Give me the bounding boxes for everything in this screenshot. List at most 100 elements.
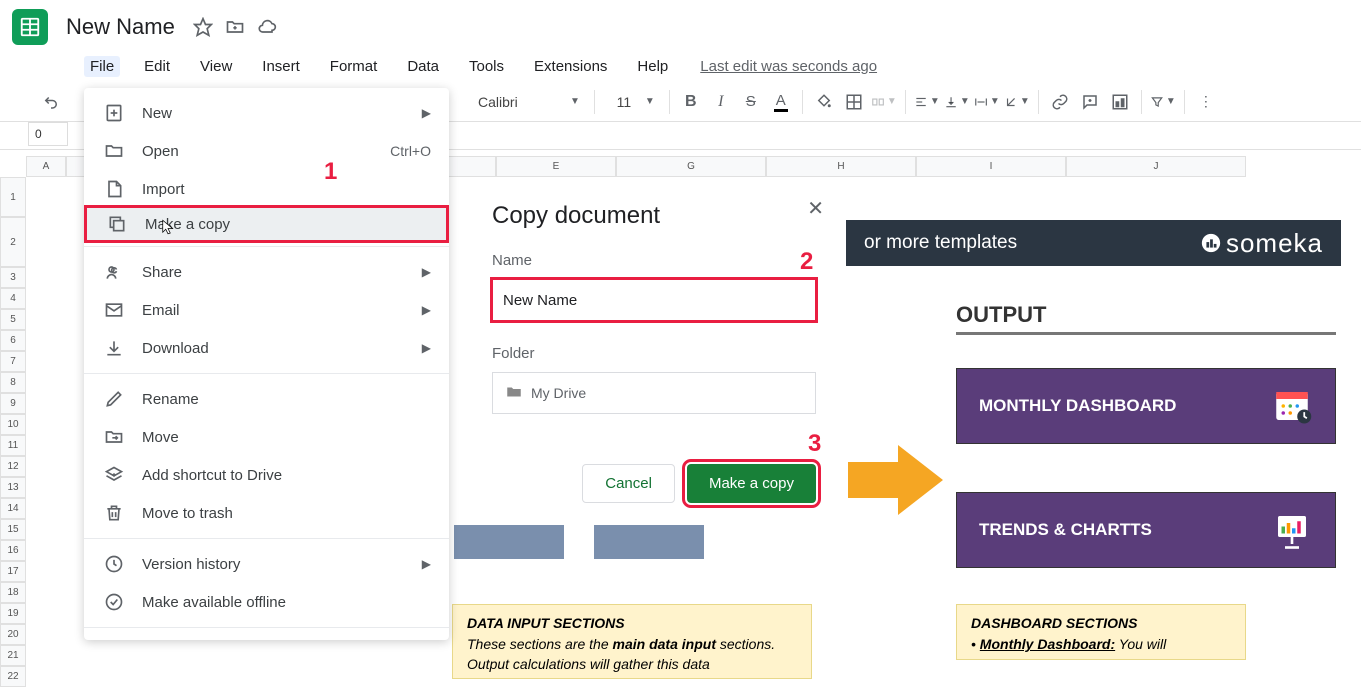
submenu-arrow-icon: ▶ <box>422 303 431 317</box>
annotation-step-3: 3 <box>808 430 821 458</box>
menu-download[interactable]: Download ▶ <box>84 329 449 367</box>
trends-charts-tile[interactable]: TRENDS & CHARTTS <box>956 492 1336 568</box>
row-14[interactable]: 14 <box>0 498 26 519</box>
row-12[interactable]: 12 <box>0 456 26 477</box>
wrap-button[interactable]: ▼ <box>974 89 1000 115</box>
output-heading: OUTPUT <box>956 302 1336 335</box>
menu-tools[interactable]: Tools <box>463 56 510 77</box>
font-dropdown[interactable]: Calibri▼ <box>472 89 586 115</box>
more-button[interactable]: ⋮ <box>1193 89 1219 115</box>
cloud-status-icon[interactable] <box>257 17 277 37</box>
row-9[interactable]: 9 <box>0 393 26 414</box>
row-15[interactable]: 15 <box>0 519 26 540</box>
row-headers: 1 2 3 4 5 6 7 8 9 10 11 12 13 14 15 16 1… <box>0 177 26 687</box>
rename-icon <box>102 387 126 411</box>
menubar: File Edit View Insert Format Data Tools … <box>0 50 1361 82</box>
menu-data[interactable]: Data <box>401 56 445 77</box>
menu-view[interactable]: View <box>194 56 238 77</box>
share-icon <box>102 260 126 284</box>
dashboard-note: DASHBOARD SECTIONS • Monthly Dashboard: … <box>956 604 1246 660</box>
rotate-button[interactable]: ▼ <box>1004 89 1030 115</box>
row-22[interactable]: 22 <box>0 666 26 687</box>
row-20[interactable]: 20 <box>0 624 26 645</box>
row-17[interactable]: 17 <box>0 561 26 582</box>
row-11[interactable]: 11 <box>0 435 26 456</box>
row-2[interactable]: 2 <box>0 217 26 267</box>
row-5[interactable]: 5 <box>0 309 26 330</box>
row-10[interactable]: 10 <box>0 414 26 435</box>
menu-make-copy[interactable]: Make a copy <box>84 205 449 243</box>
menu-open[interactable]: Open Ctrl+O <box>84 132 449 170</box>
copy-icon <box>105 212 129 236</box>
doc-title[interactable]: New Name <box>66 14 175 40</box>
menu-new[interactable]: New ▶ <box>84 94 449 132</box>
menu-extensions[interactable]: Extensions <box>528 56 613 77</box>
menu-email[interactable]: Email ▶ <box>84 291 449 329</box>
new-icon <box>102 101 126 125</box>
name-input[interactable] <box>492 279 816 321</box>
offline-icon <box>102 590 126 614</box>
link-button[interactable] <box>1047 89 1073 115</box>
row-16[interactable]: 16 <box>0 540 26 561</box>
data-input-note: DATA INPUT SECTIONS These sections are t… <box>452 604 812 679</box>
menu-move[interactable]: Move <box>84 418 449 456</box>
menu-trash[interactable]: Move to trash <box>84 494 449 532</box>
row-1[interactable]: 1 <box>0 177 26 217</box>
row-21[interactable]: 21 <box>0 645 26 666</box>
folder-selector[interactable]: My Drive <box>492 372 816 414</box>
row-18[interactable]: 18 <box>0 582 26 603</box>
chevron-down-icon: ▼ <box>645 96 655 107</box>
menu-share[interactable]: Share ▶ <box>84 253 449 291</box>
merge-button[interactable]: ▼ <box>871 89 897 115</box>
filter-button[interactable]: ▼ <box>1150 89 1176 115</box>
menu-format[interactable]: Format <box>324 56 384 77</box>
menu-import[interactable]: Import <box>84 170 449 208</box>
font-size-dropdown[interactable]: 11▼ <box>603 89 661 115</box>
move-folder-icon[interactable] <box>225 17 245 37</box>
folder-label: Folder <box>492 345 816 362</box>
row-7[interactable]: 7 <box>0 351 26 372</box>
star-icon[interactable] <box>193 17 213 37</box>
menu-file[interactable]: File <box>84 56 120 77</box>
shortcut-icon <box>102 463 126 487</box>
row-19[interactable]: 19 <box>0 603 26 624</box>
chart-button[interactable] <box>1107 89 1133 115</box>
row-13[interactable]: 13 <box>0 477 26 498</box>
col-J[interactable]: J <box>1066 156 1246 177</box>
col-E[interactable]: E <box>496 156 616 177</box>
last-edit-link[interactable]: Last edit was seconds ago <box>700 58 877 75</box>
folder-icon <box>102 139 126 163</box>
undo-button[interactable] <box>38 89 64 115</box>
menu-help[interactable]: Help <box>631 56 674 77</box>
fill-color-button[interactable] <box>811 89 837 115</box>
menu-rename[interactable]: Rename <box>84 380 449 418</box>
col-H[interactable]: H <box>766 156 916 177</box>
row-8[interactable]: 8 <box>0 372 26 393</box>
menu-add-shortcut[interactable]: Add shortcut to Drive <box>84 456 449 494</box>
italic-button[interactable]: I <box>708 89 734 115</box>
col-G[interactable]: G <box>616 156 766 177</box>
row-4[interactable]: 4 <box>0 288 26 309</box>
monthly-dashboard-tile[interactable]: MONTHLY DASHBOARD <box>956 368 1336 444</box>
col-I[interactable]: I <box>916 156 1066 177</box>
menu-version-history[interactable]: Version history ▶ <box>84 545 449 583</box>
menu-offline[interactable]: Make available offline <box>84 583 449 621</box>
row-6[interactable]: 6 <box>0 330 26 351</box>
comment-button[interactable] <box>1077 89 1103 115</box>
cancel-button[interactable]: Cancel <box>582 464 675 503</box>
col-A[interactable]: A <box>26 156 66 177</box>
bold-button[interactable]: B <box>678 89 704 115</box>
close-button[interactable]: ✕ <box>807 196 824 221</box>
menu-edit[interactable]: Edit <box>138 56 176 77</box>
calendar-icon <box>1271 385 1313 427</box>
strikethrough-button[interactable]: S <box>738 89 764 115</box>
name-box[interactable]: 0 <box>28 122 68 146</box>
text-color-button[interactable]: A <box>768 89 794 115</box>
borders-button[interactable] <box>841 89 867 115</box>
valign-button[interactable]: ▼ <box>944 89 970 115</box>
halign-button[interactable]: ▼ <box>914 89 940 115</box>
menu-insert[interactable]: Insert <box>256 56 306 77</box>
make-copy-button[interactable]: Make a copy <box>687 464 816 503</box>
row-3[interactable]: 3 <box>0 267 26 288</box>
template-banner: or more templates someka <box>846 220 1341 266</box>
